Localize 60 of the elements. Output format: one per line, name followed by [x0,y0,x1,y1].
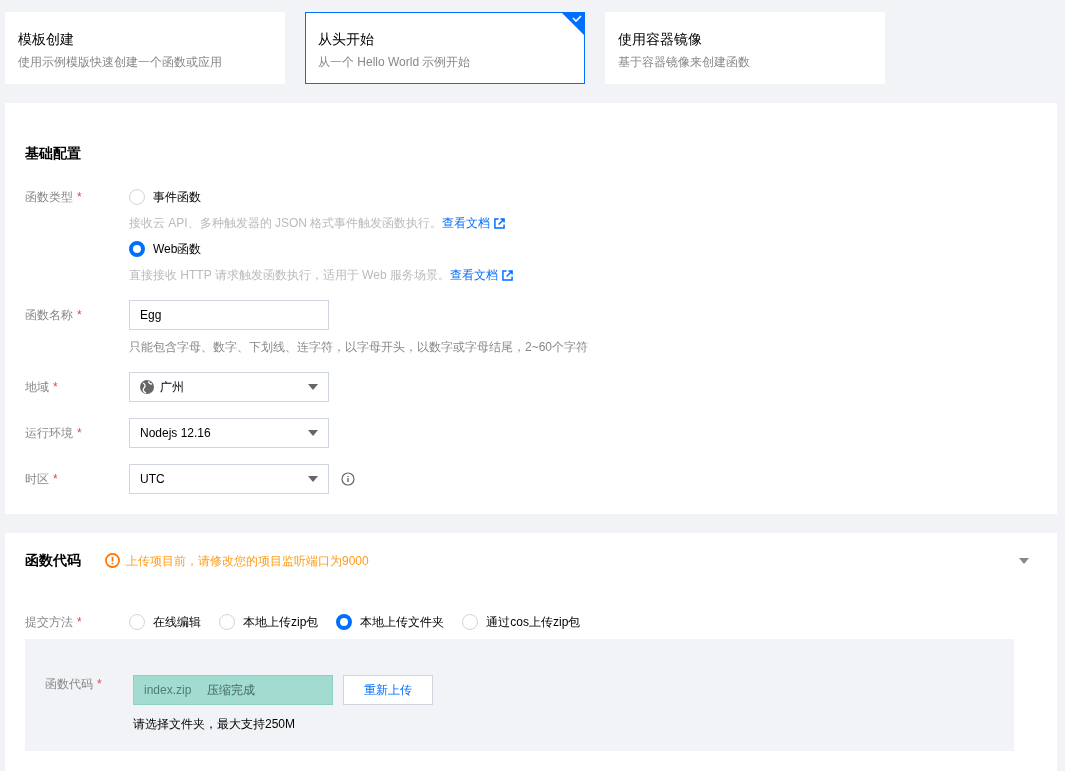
upload-hint: 请选择文件夹，最大支持250M [133,716,297,733]
card-description: 基于容器镜像来创建函数 [618,54,751,71]
mode-card[interactable]: 从头开始 从一个 Hello World 示例开始 [305,12,585,84]
field-label: 时区 [25,471,49,488]
external-link-icon [501,269,513,281]
field-label: 运行环境 [25,425,73,442]
field-label: 函数代码 [45,676,93,693]
reupload-button[interactable]: 重新上传 [343,675,433,705]
external-link-icon [494,217,506,229]
radio-label: 本地上传文件夹 [360,614,445,631]
required-mark: * [53,379,58,396]
card-title: 使用容器镜像 [618,30,703,49]
select-value: 广州 [160,379,185,396]
required-mark: * [77,307,82,324]
radio-label: 事件函数 [153,189,201,206]
field-hint: 只能包含字母、数字、下划线、连字符，以字母开头，以数字或字母结尾，2~60个字符 [129,339,589,356]
radio-label: 本地上传zip包 [243,614,319,631]
caret-icon [308,430,318,436]
section-title: 函数代码 [25,551,81,570]
warning-icon [105,553,120,568]
field-label: 地域 [25,379,49,396]
field-label: 函数类型 [25,189,73,206]
required-mark: * [97,676,102,693]
name-input[interactable]: Egg [129,300,329,330]
field-label: 提交方法 [25,614,73,631]
card-title: 模板创建 [18,30,75,49]
upload-status: 压缩完成 [207,682,256,699]
radio-label: 在线编辑 [153,614,201,631]
radio-button[interactable] [129,241,145,257]
mode-card[interactable]: 模板创建 使用示例模版快速创建一个函数或应用 [5,12,285,84]
docs-link[interactable]: 查看文档 [442,214,491,232]
card-title: 从头开始 [318,30,375,49]
check-corner-icon [562,13,584,35]
radio-button[interactable] [336,614,353,630]
section-title: 基础配置 [25,144,82,163]
warning-text: 上传项目前，请修改您的项目监听端口为9000 [126,552,370,570]
required-mark: * [77,189,82,206]
option-description: 直接接收 HTTP 请求触发函数执行，适用于 Web 服务场景。 [129,267,450,284]
info-icon[interactable] [341,472,355,486]
file-name: index.zip [144,682,192,699]
required-mark: * [53,471,58,488]
radio-label: Web函数 [153,241,202,258]
mode-card[interactable]: 使用容器镜像 基于容器镜像来创建函数 [605,12,885,84]
select-field[interactable]: 广州 [129,372,329,402]
docs-link[interactable]: 查看文档 [449,266,498,284]
select-value: UTC [140,471,166,488]
select-field[interactable]: Nodejs 12.16 [129,418,329,448]
select-field[interactable]: UTC [129,464,329,494]
required-mark: * [77,614,82,631]
field-label: 函数名称 [25,307,73,324]
globe-icon [140,380,154,394]
card-description: 使用示例模版快速创建一个函数或应用 [18,54,223,71]
caret-icon [308,476,318,482]
option-description: 接收云 API、多种触发器的 JSON 格式事件触发函数执行。 [129,215,443,232]
collapse-caret-icon[interactable] [1019,557,1029,564]
caret-icon [308,384,318,390]
radio-label: 通过cos上传zip包 [486,614,581,631]
select-value: Nodejs 12.16 [140,425,212,442]
card-description: 从一个 Hello World 示例开始 [318,54,472,71]
required-mark: * [77,425,82,442]
